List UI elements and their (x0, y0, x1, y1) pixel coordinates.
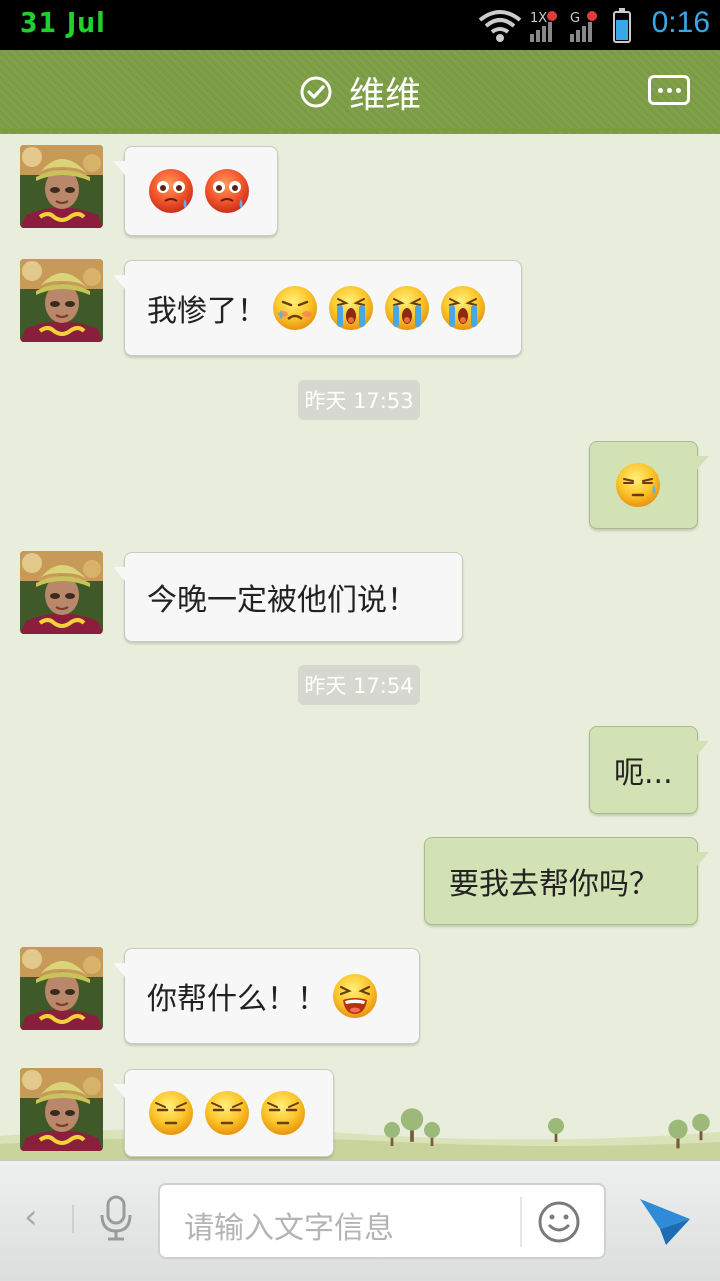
wifi-icon (478, 10, 522, 42)
message-text: 我惨了！ (147, 294, 267, 329)
emoji-smug-icon (259, 1089, 307, 1137)
emoji-smug-icon (203, 1089, 251, 1137)
status-time: 0:16 (651, 6, 710, 39)
status-date: 31 Jul (20, 6, 106, 39)
message-bubble-outgoing[interactable] (589, 441, 709, 529)
back-chevron-icon[interactable]: ‹ (24, 1197, 38, 1237)
chat-title: 维维 (348, 75, 421, 116)
emoji-sweat-annoyed-icon (614, 461, 662, 509)
signal-1x-icon: 1X (530, 11, 557, 42)
contact-avatar[interactable] (20, 259, 103, 342)
timestamp: 昨天 17:53 (298, 380, 420, 420)
more-options-button[interactable] (648, 75, 690, 105)
svg-text:G: G (570, 11, 580, 26)
battery-icon (613, 8, 631, 43)
input-inner-divider (520, 1197, 522, 1247)
svg-text:1X: 1X (530, 11, 547, 26)
status-icons: 1X G (478, 8, 631, 43)
message-text: 今晚一定被他们说！ (147, 583, 417, 618)
signal-g-icon: G (570, 11, 597, 42)
emoji-crying-icon (327, 284, 375, 332)
emoji-picker-icon[interactable] (536, 1199, 582, 1245)
message-bubble-incoming[interactable] (113, 146, 278, 236)
message-bubble-incoming[interactable] (113, 1069, 334, 1157)
emoji-smug-icon (147, 1089, 195, 1137)
emoji-crying-icon (439, 284, 487, 332)
microphone-icon[interactable] (96, 1193, 136, 1243)
landscape-decoration (0, 1108, 720, 1160)
header-scallop-edge (0, 128, 720, 138)
timestamp: 昨天 17:54 (298, 665, 420, 705)
message-bubble-incoming[interactable]: 你帮什么！！ (113, 948, 420, 1044)
message-bubble-incoming[interactable]: 今晚一定被他们说！ (113, 552, 463, 642)
message-input-placeholder: 请输入文字信息 (184, 1211, 394, 1246)
contact-avatar[interactable] (20, 1068, 103, 1151)
message-text: 呃... (614, 756, 673, 791)
emoji-crying-icon (383, 284, 431, 332)
contact-avatar[interactable] (20, 947, 103, 1030)
emoji-red-blushing-icon (147, 167, 195, 215)
message-bubble-outgoing[interactable]: 要我去帮你吗？ (424, 837, 709, 925)
input-divider (72, 1205, 74, 1233)
emoji-red-blushing-icon (203, 167, 251, 215)
message-input[interactable]: 请输入文字信息 (158, 1183, 606, 1259)
status-bar: 31 Jul 1X G 0:16 (0, 0, 720, 50)
verified-check-icon (300, 76, 332, 108)
message-text: 你帮什么！！ (147, 982, 327, 1017)
input-bar: ‹ 请输入文字信息 (0, 1160, 720, 1281)
send-button[interactable] (636, 1195, 692, 1247)
message-bubble-incoming[interactable]: 我惨了！ (113, 260, 522, 356)
contact-avatar[interactable] (20, 145, 103, 228)
chat-list[interactable]: 我惨了！ 昨天 17:53 今晚一定被他们说！ 昨天 17:54 呃... 要我… (0, 138, 720, 1160)
message-text: 要我去帮你吗？ (449, 867, 659, 902)
emoji-sad-tear-icon (271, 284, 319, 332)
contact-avatar[interactable] (20, 551, 103, 634)
chat-header: 维维 (0, 50, 720, 134)
emoji-laughing-squint-icon (331, 972, 379, 1020)
message-bubble-outgoing[interactable]: 呃... (589, 726, 709, 814)
